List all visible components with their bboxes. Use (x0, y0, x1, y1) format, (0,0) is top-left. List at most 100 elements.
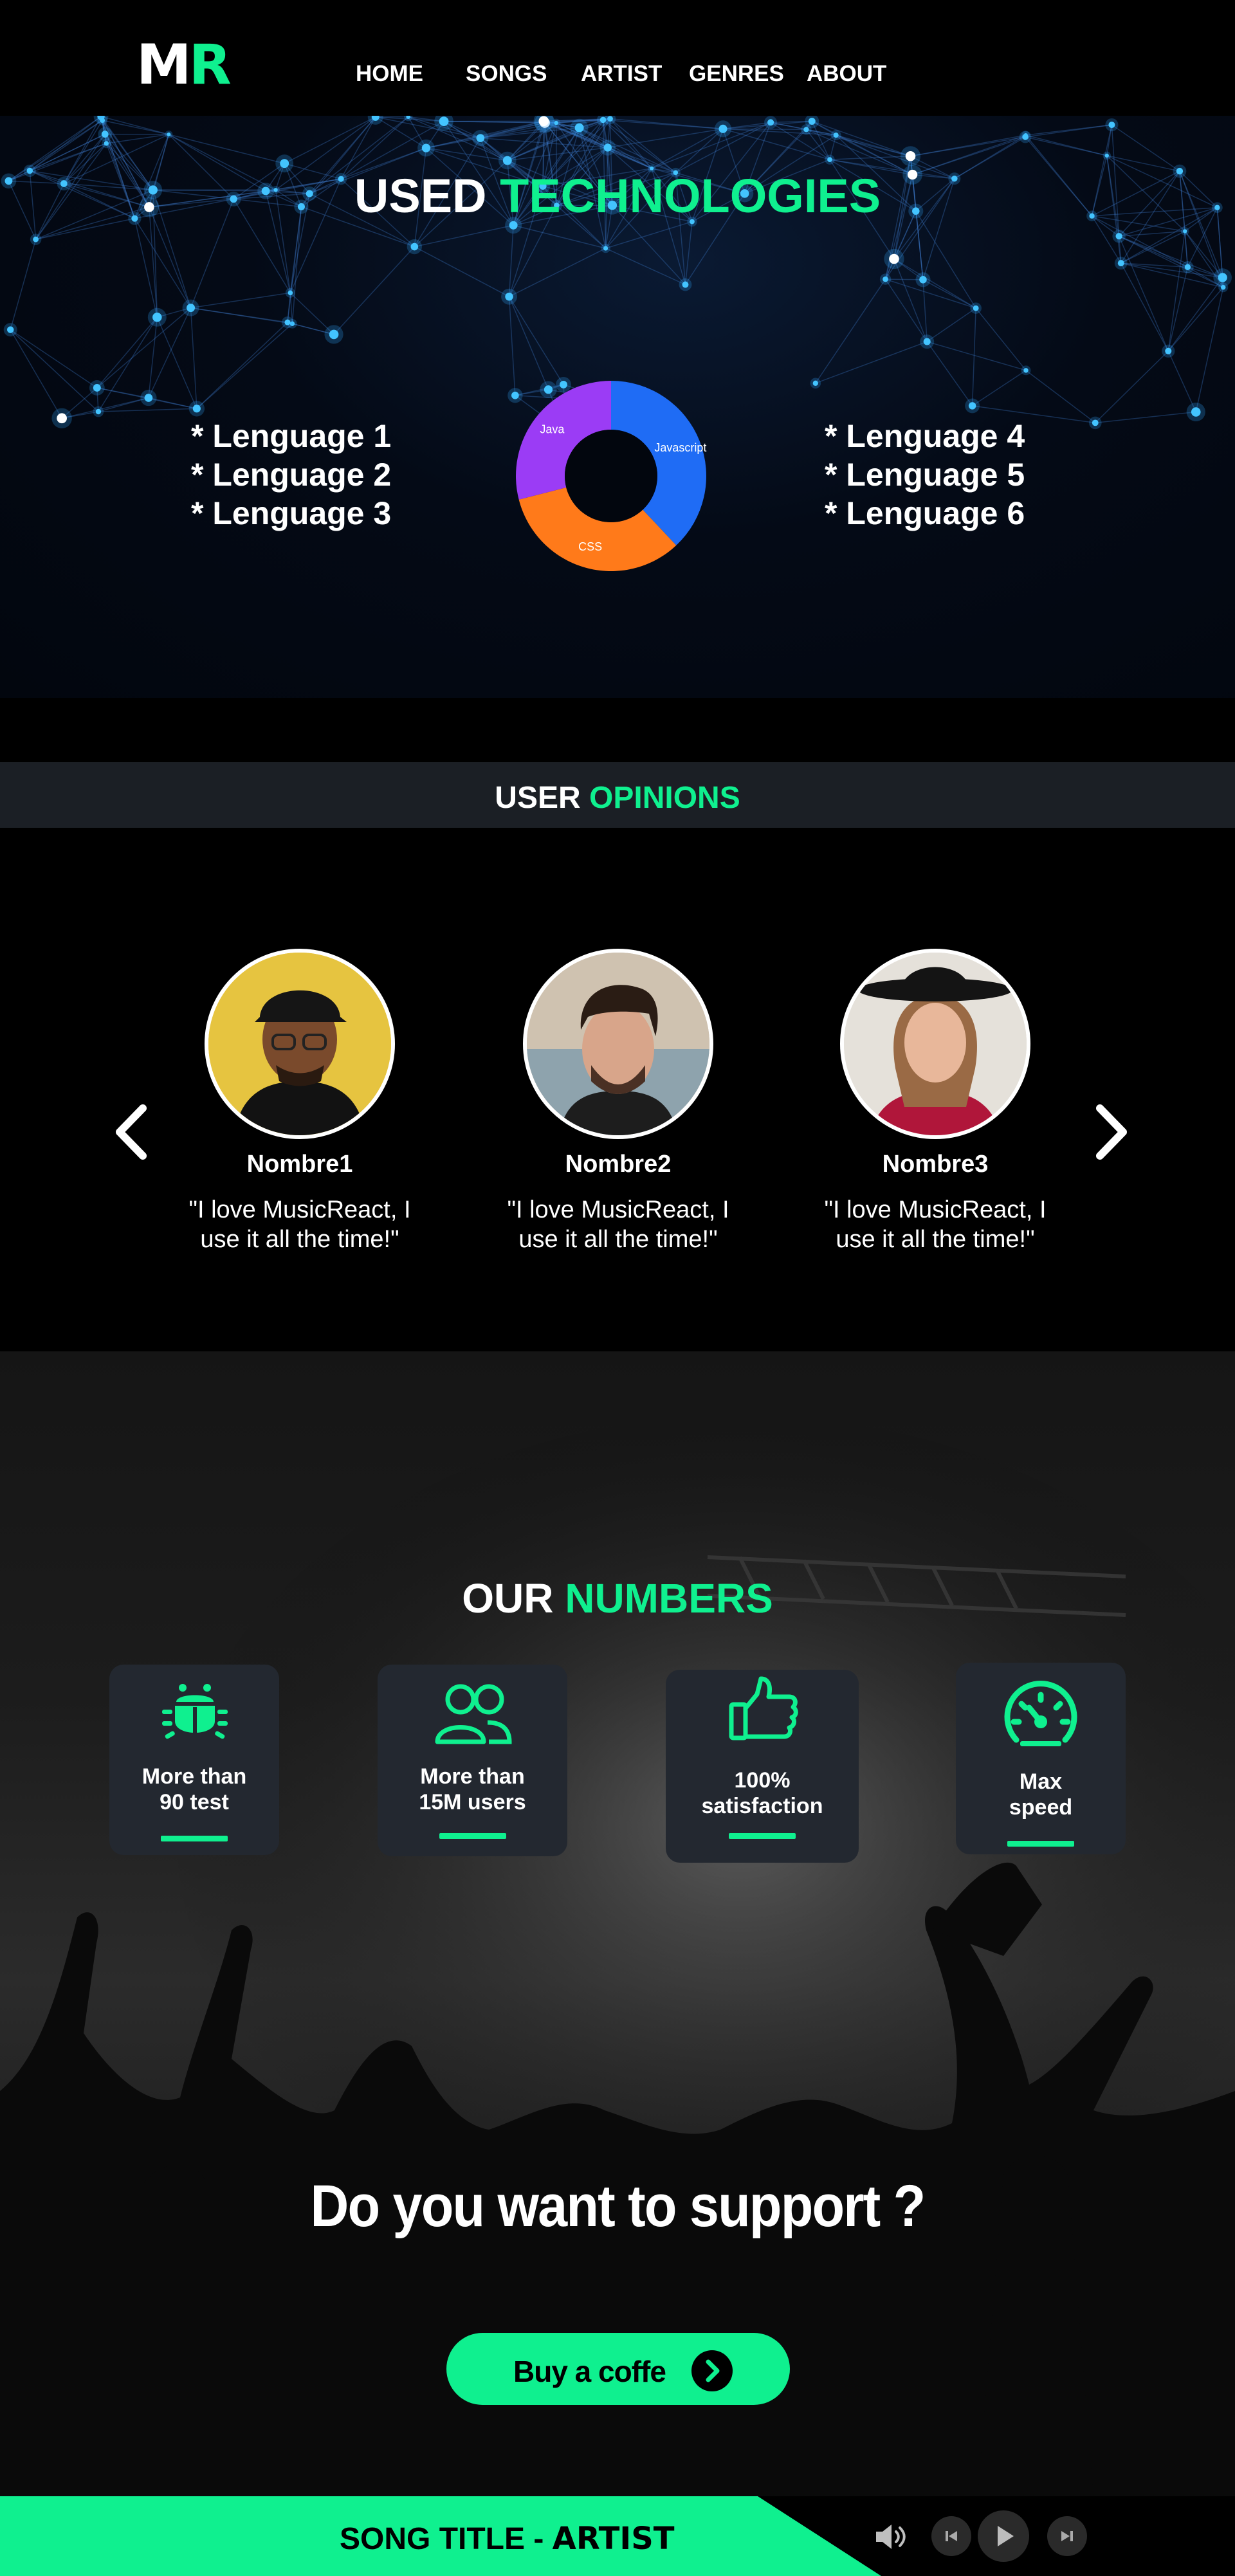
buy-coffee-button[interactable]: Buy a coffe (446, 2333, 790, 2405)
nav-songs[interactable]: SONGS (466, 61, 547, 87)
network-node (280, 159, 289, 169)
network-line (893, 258, 976, 309)
skip-back-icon (946, 2531, 957, 2541)
stat-line1: Max (1019, 1769, 1063, 1794)
network-node (144, 394, 153, 402)
title-green: TECHNOLOGIES (500, 169, 881, 223)
network-node (574, 123, 584, 132)
network-node (421, 143, 431, 152)
avatar-2-picture (527, 953, 709, 1135)
title-white: USER (495, 781, 581, 815)
technologies-donut-chart: Javascript CSS Java (516, 381, 706, 571)
network-line (190, 307, 288, 323)
network-node (919, 276, 927, 284)
network-node (973, 305, 979, 311)
network-line (284, 116, 376, 164)
network-node (1108, 122, 1115, 129)
nav-artist[interactable]: ARTIST (581, 61, 662, 87)
language-item: * Lenguage 5 (825, 457, 1025, 493)
network-line (29, 116, 102, 172)
language-list-right: * Lenguage 4 * Lenguage 5 * Lenguage 6 (825, 417, 1025, 533)
logo-r: R (188, 33, 232, 97)
network-line (971, 308, 976, 406)
opinions-title: USER OPINIONS (0, 780, 1235, 816)
stat-line2: satisfaction (701, 1794, 823, 1818)
network-line (926, 341, 1027, 371)
logo-m: M (136, 33, 192, 97)
network-node (767, 119, 774, 126)
network-line (96, 316, 158, 388)
crowd-silhouette-image (0, 1416, 1235, 2496)
previous-track-button[interactable] (931, 2516, 971, 2556)
title-white: OUR (462, 1575, 554, 1621)
network-line (190, 292, 291, 309)
network-line (1025, 124, 1112, 138)
network-node (905, 151, 916, 161)
language-item: * Lenguage 1 (191, 418, 392, 454)
title-white: USED (354, 169, 487, 223)
language-item: * Lenguage 6 (825, 495, 1025, 531)
play-button[interactable] (978, 2510, 1029, 2562)
network-node (1191, 407, 1201, 417)
chevron-right-icon (691, 2350, 733, 2391)
network-node (502, 156, 512, 165)
nav-about[interactable]: ABOUT (807, 61, 886, 87)
technologies-title: USED TECHNOLOGIES (0, 169, 1235, 223)
network-line (10, 329, 98, 388)
stat-card-satisfaction: 100% satisfaction (666, 1670, 859, 1863)
network-node (827, 157, 832, 163)
network-node (968, 402, 976, 410)
donut-label: Java (540, 423, 565, 436)
network-line (96, 307, 192, 388)
network-line (815, 279, 886, 384)
network-line (1095, 351, 1169, 423)
network-line (1119, 235, 1188, 268)
language-item: * Lenguage 2 (191, 457, 392, 493)
network-line (975, 307, 1027, 371)
network-node (599, 116, 607, 123)
carousel-prev-icon[interactable] (111, 1103, 156, 1161)
network-node (1220, 284, 1226, 290)
nav-home[interactable]: HOME (356, 61, 423, 87)
network-node (187, 304, 196, 313)
opinion-card-3: Nombre3 "I love MusicReact, I use it all… (807, 949, 1064, 1254)
network-line (156, 316, 197, 409)
stat-line1: More than (142, 1764, 247, 1789)
network-node (1117, 260, 1124, 267)
avatar-1-picture (208, 953, 391, 1135)
carousel-next-icon[interactable] (1087, 1103, 1132, 1161)
song-title: SONG TITLE - (340, 2522, 544, 2556)
network-line (169, 134, 285, 164)
network-node (152, 312, 162, 322)
network-line (1167, 287, 1224, 352)
network-line (10, 329, 62, 419)
network-line (134, 218, 192, 309)
network-line (1167, 351, 1196, 412)
network-line (915, 210, 976, 309)
stat-line2: speed (1009, 1795, 1073, 1820)
numbers-title: OUR NUMBERS (0, 1575, 1235, 1622)
stat-card-users: More than 15M users (378, 1665, 567, 1856)
network-line (1195, 287, 1224, 412)
now-playing-text: SONG TITLE - ARTIST (340, 2521, 675, 2557)
stat-underline (729, 1833, 796, 1839)
network-node (505, 292, 513, 301)
network-node (808, 118, 816, 125)
next-track-button[interactable] (1047, 2516, 1087, 2556)
network-line (926, 307, 976, 342)
stat-label: More than 90 test (109, 1764, 279, 1815)
network-line (196, 322, 288, 409)
network-node (1183, 229, 1187, 233)
network-node (1115, 233, 1122, 240)
logo[interactable]: MR (136, 37, 232, 93)
song-artist: ARTIST (552, 2521, 675, 2557)
network-line (333, 246, 415, 335)
nav-genres[interactable]: GENRES (689, 61, 784, 87)
network-node (476, 134, 485, 142)
network-node (803, 127, 809, 132)
network-node (95, 408, 102, 415)
network-line (1025, 136, 1107, 156)
volume-icon[interactable] (874, 2522, 910, 2552)
avatar (205, 949, 395, 1139)
network-node (1104, 153, 1109, 158)
